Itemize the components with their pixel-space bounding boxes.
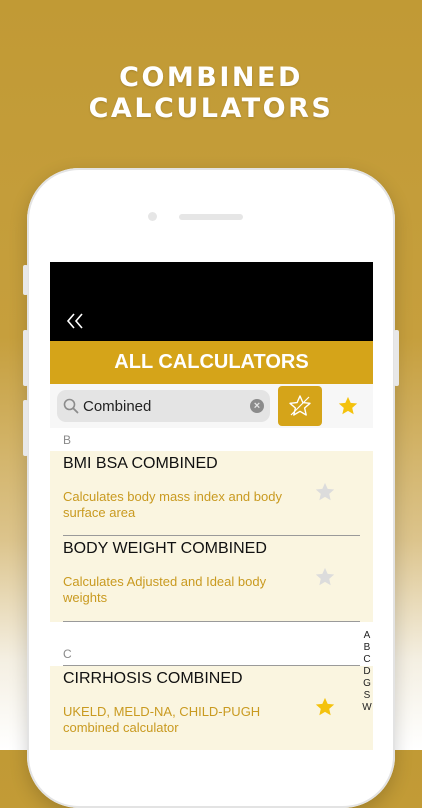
list-item[interactable]: BODY WEIGHT COMBINED Calculates Adjusted…: [50, 536, 373, 622]
divider: [63, 621, 360, 622]
favorite-star-icon[interactable]: [314, 481, 336, 503]
index-letter[interactable]: A: [360, 630, 373, 642]
index-letter[interactable]: W: [360, 702, 373, 714]
index-letter[interactable]: G: [360, 678, 373, 690]
phone-volume-up-button: [23, 330, 28, 386]
phone-speaker: [179, 214, 243, 220]
double-chevron-left-icon: [66, 313, 83, 329]
status-area: [50, 262, 373, 341]
item-title: CIRRHOSIS COMBINED: [63, 670, 243, 687]
phone-side-button: [23, 265, 28, 295]
index-letter[interactable]: S: [360, 690, 373, 702]
clear-search-icon[interactable]: ×: [250, 399, 264, 413]
favorite-star-icon[interactable]: [314, 566, 336, 588]
back-button[interactable]: [64, 310, 86, 332]
favorites-toggle-button[interactable]: [278, 386, 322, 426]
favorites-star-icon[interactable]: [337, 395, 359, 417]
item-description: UKELD, MELD-NA, CHILD-PUGH combined calc…: [63, 704, 261, 735]
phone-camera: [148, 212, 157, 221]
index-letter[interactable]: C: [360, 654, 373, 666]
index-letter[interactable]: D: [360, 666, 373, 678]
phone-volume-down-button: [23, 400, 28, 456]
section-header-b: B: [50, 429, 373, 451]
page-title: ALL CALCULATORS: [50, 341, 373, 384]
item-title: BODY WEIGHT COMBINED: [63, 540, 267, 557]
promo-headline: COMBINED CALCULATORS: [88, 62, 334, 124]
section-header-c: C: [50, 643, 373, 665]
favorite-star-icon[interactable]: [314, 696, 336, 718]
search-icon: [63, 398, 79, 414]
index-letter[interactable]: B: [360, 642, 373, 654]
star-outline-icon: [289, 395, 311, 416]
item-description: Calculates Adjusted and Ideal body weigh…: [63, 574, 267, 605]
list-item[interactable]: BMI BSA COMBINED Calculates body mass in…: [50, 451, 373, 536]
search-box[interactable]: ×: [57, 390, 270, 422]
search-input[interactable]: [83, 390, 243, 422]
alphabet-index[interactable]: A B C D G S W: [360, 630, 373, 714]
search-row: ×: [50, 384, 373, 428]
list-item[interactable]: CIRRHOSIS COMBINED UKELD, MELD-NA, CHILD…: [50, 666, 373, 750]
item-description: Calculates body mass index and body surf…: [63, 489, 282, 520]
phone-power-button: [394, 330, 399, 386]
app-screen: ALL CALCULATORS × B BMI BSA COMBINED Cal…: [50, 262, 373, 750]
item-title: BMI BSA COMBINED: [63, 455, 218, 472]
